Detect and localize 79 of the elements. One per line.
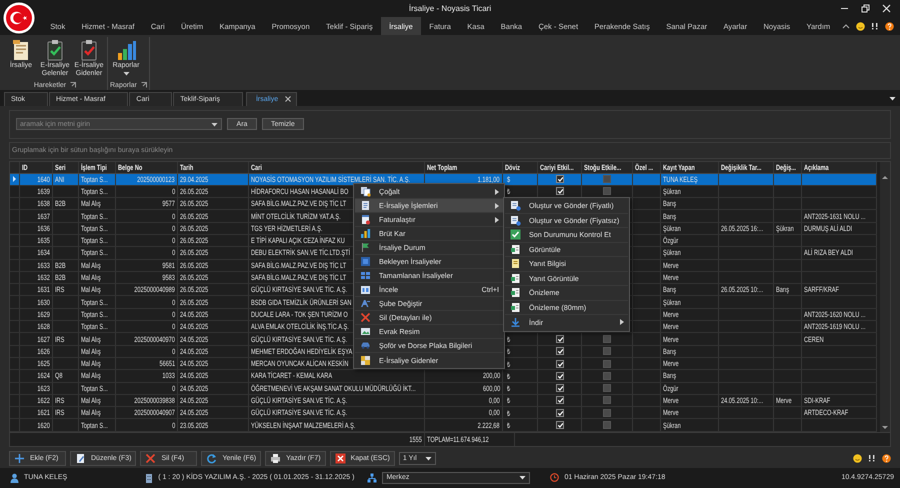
alert-icon: [871, 22, 879, 30]
grid-icon: [360, 270, 371, 281]
add-icon: [14, 452, 25, 464]
car-icon: [360, 340, 371, 351]
document-icon: [510, 200, 521, 212]
close-icon: [334, 452, 346, 464]
smiley-icon: [853, 454, 862, 463]
tab-list-icon: [889, 96, 896, 102]
checkbox[interactable]: [556, 372, 564, 380]
checkbox[interactable]: [603, 408, 611, 417]
checkbox[interactable]: [556, 384, 564, 392]
checkbox[interactable]: [556, 408, 564, 417]
image-icon: [360, 326, 371, 337]
scroll-up-icon: [882, 174, 888, 178]
clock-icon: [550, 473, 560, 482]
help-icon: [882, 454, 891, 463]
delete-icon: [145, 452, 156, 464]
collapse-icon: [842, 22, 850, 30]
caret-icon: [519, 475, 526, 480]
checkbox[interactable]: [603, 360, 611, 368]
window-title: İrsaliye - Noyasis Ticari: [408, 4, 492, 14]
smiley-icon: [856, 22, 865, 31]
alert-icon: [868, 454, 876, 462]
refresh-icon: [206, 452, 218, 464]
restore-icon: [861, 4, 870, 14]
checkbox[interactable]: [603, 335, 611, 343]
submenu-arrow-icon: [495, 216, 499, 222]
scroll-down-icon: [882, 426, 888, 430]
document-icon: [360, 200, 371, 211]
row-pointer-icon: [12, 176, 17, 182]
bar-chart-icon: [115, 39, 137, 62]
copy-icon: [360, 186, 371, 197]
checkbox[interactable]: [603, 187, 611, 196]
checkbox[interactable]: [603, 175, 611, 184]
checkbox[interactable]: [556, 421, 564, 430]
download-icon: [510, 316, 521, 328]
delete-icon: [360, 312, 371, 323]
spreadsheet-icon: [510, 244, 521, 255]
close-icon: [882, 4, 891, 14]
submenu-arrow-icon: [495, 188, 499, 194]
edit-icon: [75, 452, 86, 464]
help-icon: [885, 22, 894, 31]
dropdown-arrow-icon: [211, 122, 218, 126]
bar-chart-icon: [360, 228, 371, 239]
square-icon: [360, 256, 371, 267]
checkbox[interactable]: [556, 187, 564, 196]
checkbox[interactable]: [603, 384, 611, 392]
row-indicator[interactable]: [10, 174, 20, 185]
checkbox[interactable]: [603, 372, 611, 380]
checkbox[interactable]: [603, 347, 611, 356]
checkbox[interactable]: [556, 396, 564, 404]
close-icon: [285, 96, 292, 102]
checkbox[interactable]: [603, 396, 611, 404]
documents-icon: [360, 354, 371, 366]
dropdown-arrow-icon: [122, 71, 130, 76]
building-icon: [145, 472, 154, 483]
check-icon: [510, 229, 521, 240]
user-icon: [10, 472, 19, 483]
note-icon: [510, 258, 521, 270]
network-icon: [367, 472, 378, 483]
spreadsheet-icon: [510, 302, 521, 313]
document-icon: [360, 214, 371, 225]
checkbox[interactable]: [556, 175, 564, 184]
spreadsheet-icon: [510, 272, 521, 284]
document-icon: [360, 284, 371, 295]
submenu-arrow-icon: [620, 319, 624, 326]
checkbox[interactable]: [603, 421, 611, 430]
checkbox[interactable]: [556, 360, 564, 368]
spreadsheet-icon: [510, 287, 521, 298]
dialog-launcher-icon: [140, 82, 147, 88]
submenu-arrow-icon: [495, 202, 499, 208]
flag-icon: [360, 242, 371, 253]
checkbox[interactable]: [556, 335, 564, 343]
dialog-launcher-icon: [70, 82, 76, 88]
caret-icon: [424, 456, 432, 461]
printer-icon: [270, 452, 282, 464]
document-icon: [510, 214, 521, 226]
branch-icon: [360, 298, 371, 309]
checkbox[interactable]: [556, 347, 564, 356]
